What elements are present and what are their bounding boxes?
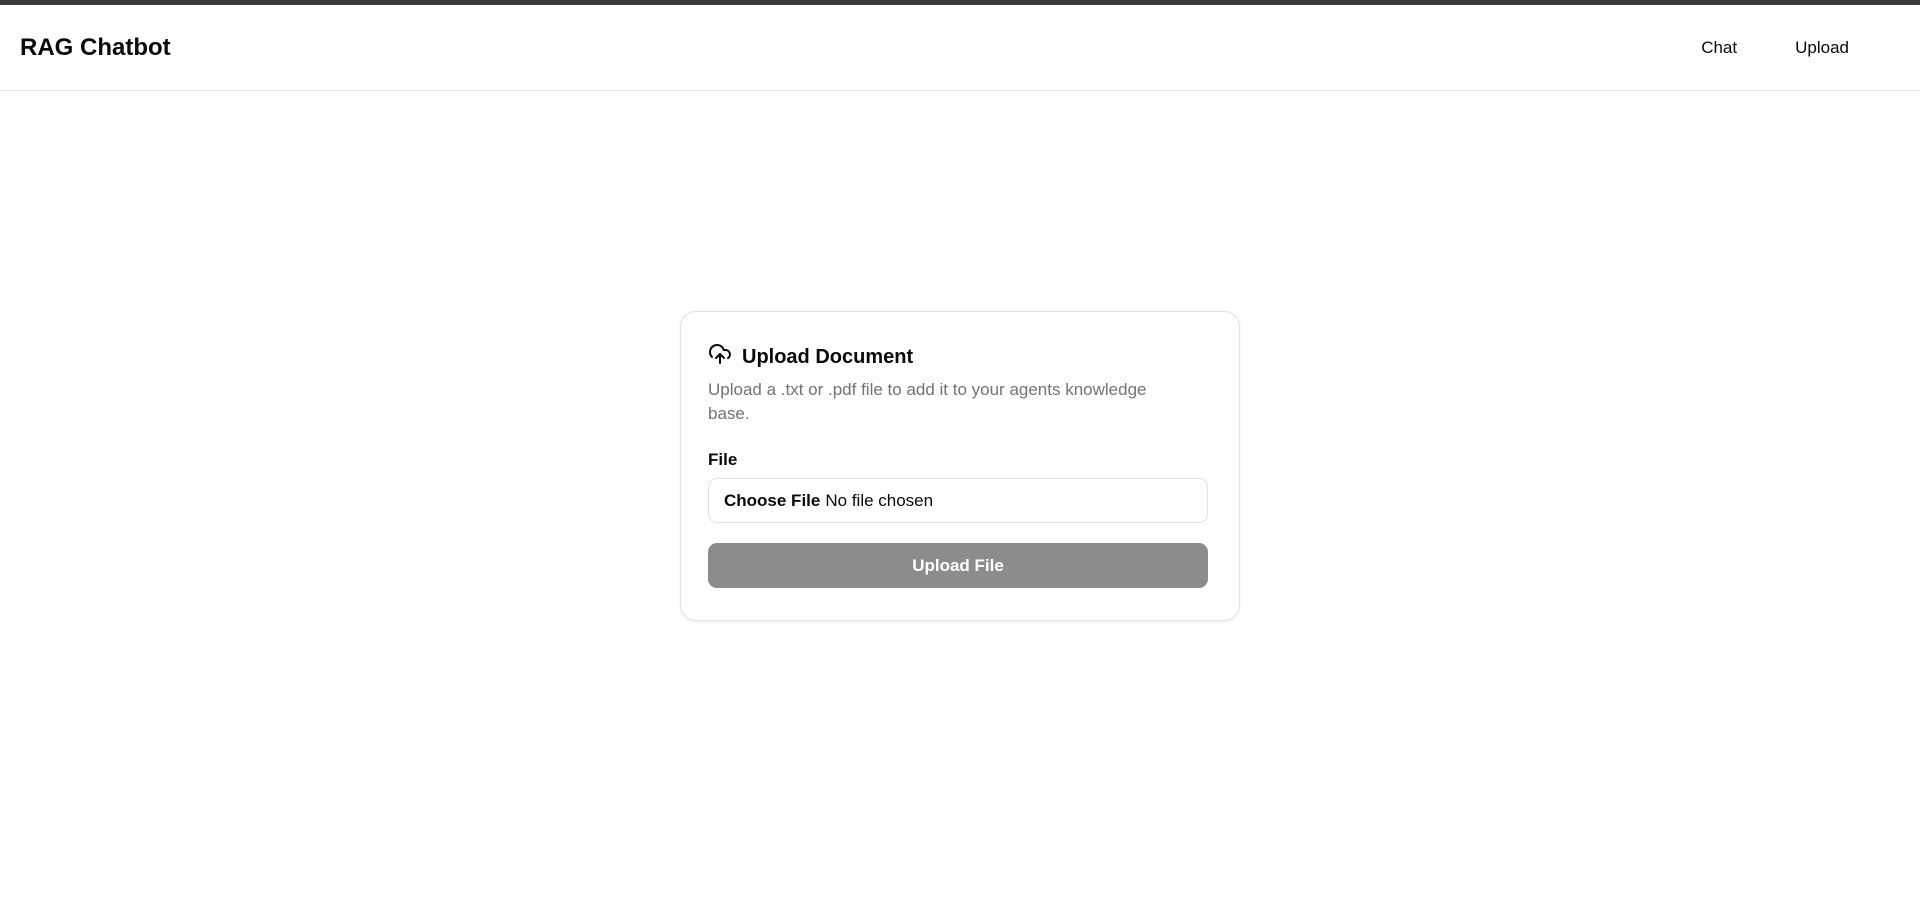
upload-file-button[interactable]: Upload File [708, 543, 1208, 588]
upload-card: Upload Document Upload a .txt or .pdf fi… [680, 311, 1240, 621]
card-title: Upload Document [742, 345, 914, 368]
file-input[interactable]: Choose File No file chosen [708, 478, 1208, 523]
choose-file-button[interactable]: Choose File [724, 491, 820, 511]
nav-upload-link[interactable]: Upload [1766, 30, 1878, 66]
main-nav: Chat Upload [1672, 30, 1878, 66]
file-status: No file chosen [825, 490, 934, 510]
cloud-upload-icon [708, 342, 732, 372]
card-description: Upload a .txt or .pdf file to add it to … [708, 380, 1147, 423]
file-label: File [708, 450, 738, 469]
app-header: RAG Chatbot Chat Upload [0, 5, 1920, 91]
app-title: RAG Chatbot [20, 33, 171, 61]
nav-chat-link[interactable]: Chat [1672, 30, 1766, 66]
card-title-row: Upload Document [708, 342, 1208, 372]
